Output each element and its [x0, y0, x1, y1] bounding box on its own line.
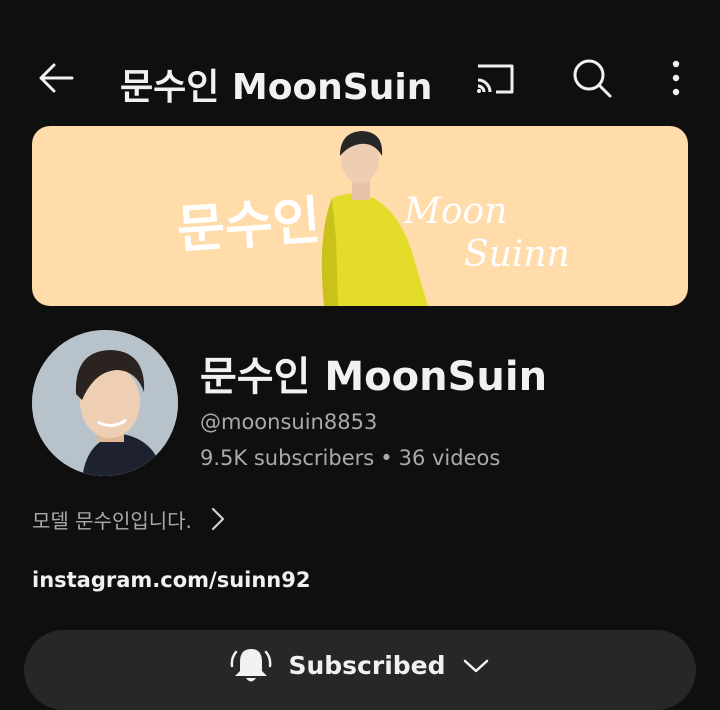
banner-text-korean: 문수인 [175, 191, 322, 261]
channel-handle: @moonsuin8853 [200, 410, 378, 434]
back-button[interactable] [34, 56, 78, 100]
stats-separator: • [380, 446, 393, 470]
channel-avatar[interactable] [32, 330, 178, 476]
banner-text-moon: Moon [403, 191, 507, 232]
channel-link[interactable]: instagram.com/suinn92 [32, 568, 310, 592]
subscribed-label: Subscribed [288, 651, 446, 680]
subscriber-count: 9.5K subscribers [200, 446, 375, 470]
banner-text-suinn: Suinn [464, 234, 570, 275]
arrow-left-icon [39, 63, 74, 93]
subscribed-button[interactable]: Subscribed [24, 630, 696, 710]
page-title: 문수인 MoonSuin [120, 67, 433, 108]
more-vert-icon [672, 60, 680, 96]
cast-button[interactable] [470, 56, 520, 100]
search-button[interactable] [568, 54, 616, 102]
more-options-button[interactable] [660, 54, 692, 102]
chevron-down-icon [462, 646, 490, 686]
video-count: 36 videos [398, 446, 501, 470]
channel-description-row[interactable]: 모델 문수인입니다. [32, 503, 228, 535]
channel-stats: 9.5K subscribers • 36 videos [200, 446, 500, 470]
bell-icon [230, 646, 272, 686]
channel-description: 모델 문수인입니다. [32, 508, 192, 533]
search-icon [573, 59, 612, 98]
channel-banner[interactable]: 문수인 Moon Suinn [32, 126, 688, 306]
cast-icon [477, 64, 514, 94]
chevron-right-icon [211, 507, 225, 531]
channel-name: 문수인 MoonSuin [200, 354, 548, 400]
